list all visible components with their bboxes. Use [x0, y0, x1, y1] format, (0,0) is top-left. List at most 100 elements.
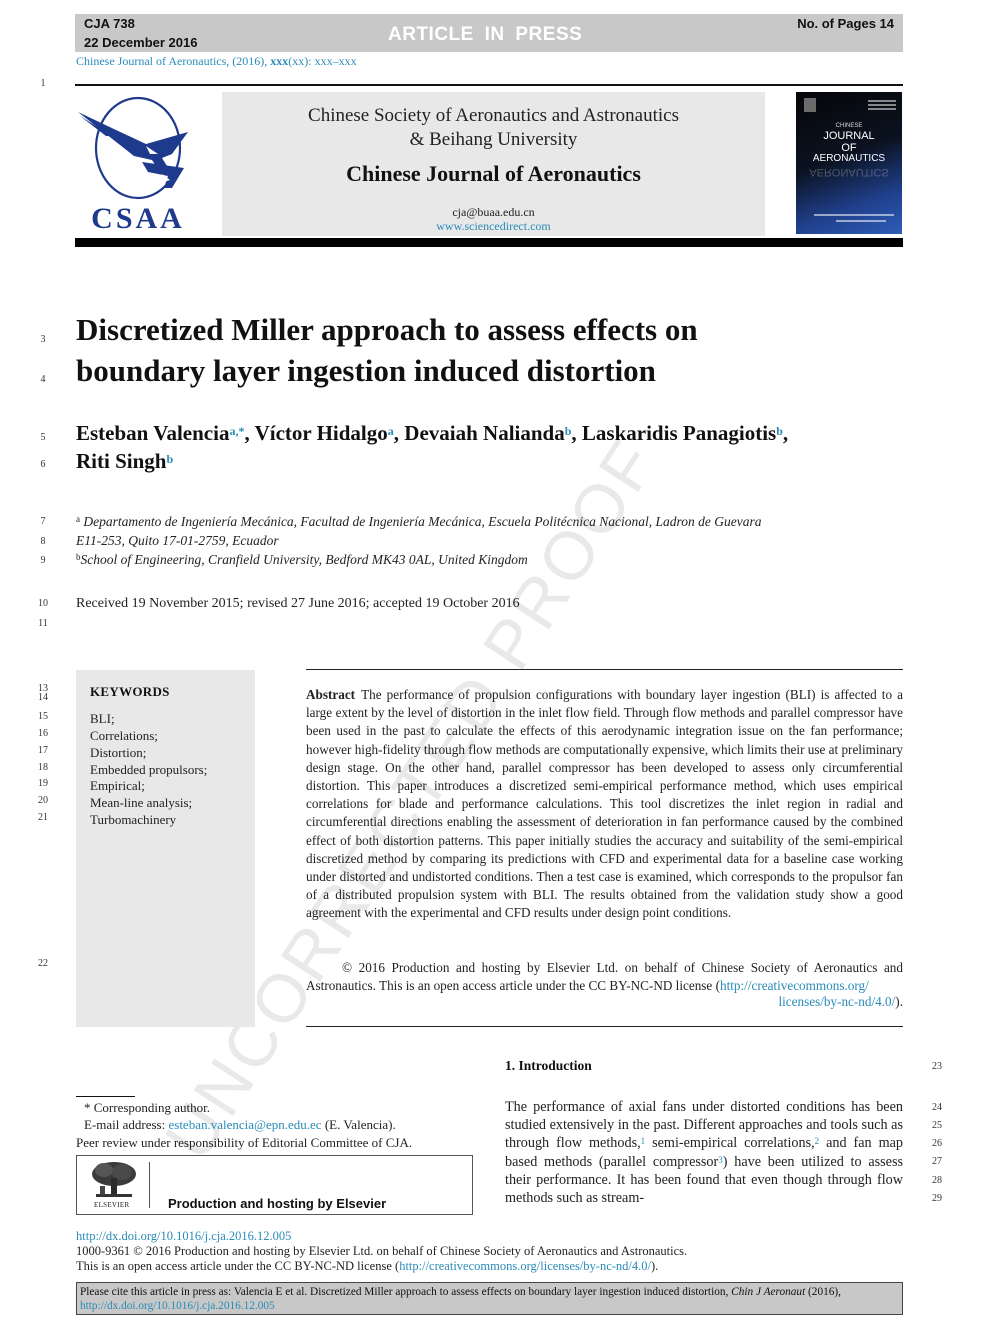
cover-reflection: AERONAUTICS — [809, 166, 889, 178]
society-name-line1: Chinese Society of Aeronautics and Astro… — [308, 105, 679, 126]
reference-link[interactable]: 2 — [815, 1136, 820, 1146]
keyword-item: Embedded propulsors; — [90, 762, 208, 777]
line-number: 19 — [38, 778, 48, 789]
author-affiliation-link[interactable]: b — [565, 424, 572, 438]
doi-link[interactable]: http://dx.doi.org/10.1016/j.cja.2016.12.… — [76, 1229, 291, 1244]
line-number: 3 — [40, 334, 46, 345]
line-number: 14 — [38, 692, 48, 703]
cover-issue-info — [868, 100, 896, 102]
affiliation-a-line2: E11-253, Quito 17-01-2759, Ecuador — [76, 533, 279, 548]
article-title: Discretized Miller approach to assess ef… — [76, 309, 836, 391]
author-affiliation-link[interactable]: b — [776, 424, 783, 438]
csaa-emblem-icon: CSAA — [78, 96, 188, 235]
journal-ref-prefix: Chinese Journal of Aeronautics, (2016), — [76, 54, 271, 68]
reference-link[interactable]: 1 — [641, 1136, 646, 1146]
cover-title-line1: JOURNAL — [823, 130, 875, 142]
line-number: 23 — [932, 1061, 942, 1072]
line-number: 25 — [932, 1120, 942, 1131]
footnote-email: E-mail address: esteban.valencia@epn.edu… — [84, 1117, 396, 1133]
line-number: 6 — [40, 459, 46, 470]
line-number: 26 — [932, 1138, 942, 1149]
author-separator: , — [244, 421, 255, 445]
citation-year: (2016), — [805, 1286, 841, 1298]
author-separator: , — [393, 421, 405, 445]
journal-reference[interactable]: Chinese Journal of Aeronautics, (2016), … — [76, 54, 357, 69]
line-number: 18 — [38, 762, 48, 773]
line-number: 7 — [40, 516, 46, 527]
section-heading-introduction: 1. Introduction — [505, 1058, 592, 1073]
license-link[interactable]: http://creativecommons.org/licenses/by-n… — [399, 1259, 651, 1273]
journal-name: Chinese Journal of Aeronautics — [346, 161, 641, 186]
cover-elsevier-icon — [804, 98, 816, 112]
keyword-item: Distortion; — [90, 745, 147, 760]
cover-footer-line — [814, 214, 894, 216]
keyword-item: Empirical; — [90, 778, 145, 793]
journal-ref-volume: xxx — [270, 54, 289, 68]
open-access-note: This is an open access article under the… — [76, 1259, 658, 1274]
keyword-item: Mean-line analysis; — [90, 795, 193, 810]
author-list: Esteban Valenciaa,*, Víctor Hidalgoa, De… — [76, 419, 916, 475]
line-number: 17 — [38, 745, 48, 756]
line-number: 8 — [40, 536, 46, 547]
journal-website-link[interactable]: www.sciencedirect.com — [222, 219, 765, 234]
line-number: 10 — [38, 598, 48, 609]
author-affiliation-link[interactable]: a,* — [229, 424, 244, 438]
license-link[interactable]: http://creativecommons.org/ — [720, 978, 869, 993]
title-line2: boundary layer ingestion induced distort… — [76, 353, 656, 388]
author-name: Víctor Hidalgo — [254, 421, 388, 445]
line-number: 9 — [40, 555, 46, 566]
author-separator: , — [571, 421, 582, 445]
cover-footer-line — [836, 220, 886, 222]
author-email-link[interactable]: esteban.valencia@epn.edu.ec — [168, 1117, 321, 1132]
reference-link[interactable]: 3 — [718, 1155, 723, 1165]
email-owner: (E. Valencia). — [321, 1117, 396, 1132]
oa-suffix: ). — [650, 1259, 659, 1273]
affiliation-b-line1: School of Engineering, Cranfield Univers… — [80, 552, 528, 567]
footnote-rule — [76, 1096, 135, 1097]
affiliation-label: b — [76, 552, 81, 562]
line-number: 15 — [38, 711, 48, 722]
csaa-logo-text: CSAA — [91, 202, 185, 234]
line-number: 11 — [38, 618, 48, 629]
email-label: E-mail address: — [84, 1117, 169, 1132]
footnote-corresponding-text: Corresponding author. — [93, 1100, 211, 1115]
cover-top-word: CHINESE — [835, 123, 863, 129]
abstract-copyright: © 2016 Production and hosting by Elsevie… — [306, 959, 903, 994]
line-number: 22 — [38, 958, 48, 969]
citation-text: Please cite this article in press as: Va… — [80, 1285, 902, 1313]
society-name-line2: & Beihang University — [409, 129, 578, 150]
citation-doi-link[interactable]: http://dx.doi.org/10.1016/j.cja.2016.12.… — [80, 1300, 275, 1312]
elsevier-tree-icon — [88, 1160, 140, 1200]
cover-title-line3: AERONAUTICS — [812, 153, 886, 164]
author-affiliation-link[interactable]: b — [166, 452, 173, 466]
line-number: 20 — [38, 795, 48, 806]
abstract-bottom-rule — [306, 1026, 903, 1027]
elsevier-logo-text: ELSEVIER — [94, 1201, 130, 1209]
line-number: 16 — [38, 728, 48, 739]
title-line1: Discretized Miller approach to assess ef… — [76, 312, 698, 347]
csaa-logo: CSAA — [76, 92, 201, 235]
article-date: 22 December 2016 — [84, 35, 198, 50]
abstract-text: The performance of propulsion configurat… — [306, 687, 903, 921]
line-number: 4 — [40, 374, 46, 385]
license-link-part2[interactable]: licenses/by-nc-nd/4.0/ — [778, 994, 895, 1009]
intro-text: semi-empirical correlations, — [645, 1135, 815, 1152]
status-banner-text: ARTICLE IN PRESS — [388, 24, 583, 45]
license-closing: ). — [895, 994, 903, 1009]
line-number: 24 — [932, 1102, 942, 1113]
affiliation-a-line1: Departamento de Ingeniería Mecánica, Fac… — [83, 514, 762, 529]
line-number: 28 — [932, 1175, 942, 1186]
author-affiliation-link[interactable]: a — [388, 424, 394, 438]
issn-copyright: 1000-9361 © 2016 Production and hosting … — [76, 1244, 688, 1258]
footnote-corresponding: * Corresponding author. — [84, 1100, 210, 1116]
journal-email[interactable]: cja@buaa.edu.cn — [222, 205, 765, 220]
article-code: CJA 738 — [84, 16, 135, 31]
citation-journal: Chin J Aeronaut — [731, 1286, 806, 1298]
production-hosting-text: Production and hosting by Elsevier — [168, 1196, 387, 1211]
line-number: 29 — [932, 1193, 942, 1204]
keyword-item: BLI; — [90, 711, 115, 726]
divider — [149, 1162, 150, 1208]
footnote-star: * — [84, 1100, 91, 1115]
introduction-paragraph: The performance of axial fans under dist… — [505, 1098, 903, 1207]
oa-prefix: This is an open access article under the… — [76, 1259, 400, 1273]
